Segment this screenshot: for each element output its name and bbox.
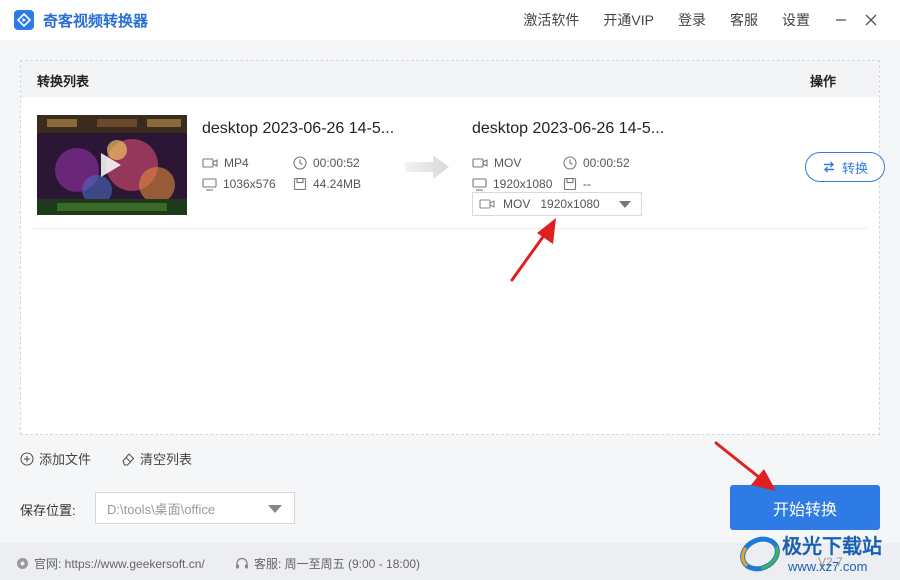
menu-settings[interactable]: 设置 xyxy=(782,10,810,30)
plus-circle-icon xyxy=(20,451,34,466)
list-header: 转换列表 操作 xyxy=(21,61,879,97)
convert-arrow-icon xyxy=(405,155,449,179)
website-link[interactable]: 官网: https://www.geekersoft.cn/ xyxy=(16,555,205,572)
output-resolution-value: 1920x1080 xyxy=(540,197,600,211)
close-icon xyxy=(865,14,877,26)
source-format: MP4 xyxy=(202,156,249,170)
source-resolution-text: 1036x576 xyxy=(223,177,276,191)
swap-icon xyxy=(823,161,834,173)
source-resolution: 1036x576 xyxy=(202,177,276,191)
headset-icon xyxy=(236,557,248,569)
target-duration-text: 00:00:52 xyxy=(583,156,630,170)
disk-icon xyxy=(563,177,577,191)
annotation-arrow-start xyxy=(714,441,776,491)
target-size: -- xyxy=(563,177,591,191)
menu-activate[interactable]: 激活软件 xyxy=(523,10,579,30)
clear-list-label: 清空列表 xyxy=(140,452,193,467)
source-duration: 00:00:52 xyxy=(293,156,360,170)
operations-header: 操作 xyxy=(810,74,837,89)
location-icon xyxy=(17,558,28,569)
clock-icon xyxy=(293,156,307,170)
menu-login[interactable]: 登录 xyxy=(678,10,706,30)
eraser-icon xyxy=(122,452,135,466)
monitor-icon xyxy=(472,177,487,191)
add-file-button[interactable]: 添加文件 xyxy=(20,449,91,468)
target-resolution: 1920x1080 xyxy=(472,177,552,191)
app-title: 奇客视频转换器 xyxy=(43,12,149,30)
video-thumbnail[interactable] xyxy=(37,115,187,215)
disk-icon xyxy=(293,177,307,191)
minimize-icon xyxy=(836,19,846,21)
save-location-select[interactable]: D:\tools\桌面\office xyxy=(95,492,295,524)
close-button[interactable] xyxy=(860,9,882,31)
watermark-logo-icon xyxy=(740,536,780,572)
target-format: MOV xyxy=(472,156,521,170)
convert-button-label: 转换 xyxy=(841,160,868,176)
top-menu: 激活软件 开通VIP 登录 客服 设置 xyxy=(523,0,810,40)
title-bar: 奇客视频转换器 激活软件 开通VIP 登录 客服 设置 xyxy=(0,0,900,40)
source-file-name: desktop 2023-06-26 14-5... xyxy=(202,120,395,137)
app-logo-icon xyxy=(14,10,34,30)
file-row: desktop 2023-06-26 14-5... MP4 00:00:52 … xyxy=(33,115,885,229)
website-text: 官网: https://www.geekersoft.cn/ xyxy=(34,557,205,571)
output-format-select[interactable]: MOV 1920x1080 xyxy=(472,192,642,216)
clock-icon xyxy=(563,156,577,170)
video-camera-icon xyxy=(479,199,495,209)
convert-button[interactable]: 转换 xyxy=(805,152,885,182)
watermark-text: 极光下载站 xyxy=(782,536,882,558)
start-convert-button[interactable]: 开始转换 xyxy=(730,485,880,530)
target-resolution-text: 1920x1080 xyxy=(493,177,553,191)
chevron-down-icon xyxy=(619,201,631,208)
target-format-text: MOV xyxy=(494,156,522,170)
output-format-value: MOV xyxy=(503,197,531,211)
menu-vip[interactable]: 开通VIP xyxy=(603,10,654,30)
target-size-text: -- xyxy=(583,177,591,191)
minimize-button[interactable] xyxy=(830,9,852,31)
video-camera-icon xyxy=(472,158,488,168)
clear-list-button[interactable]: 清空列表 xyxy=(121,449,192,468)
source-format-text: MP4 xyxy=(224,156,249,170)
video-camera-icon xyxy=(202,158,218,168)
list-title: 转换列表 xyxy=(37,74,90,89)
menu-service[interactable]: 客服 xyxy=(730,10,758,30)
monitor-icon xyxy=(202,177,217,191)
chevron-down-icon xyxy=(268,505,282,513)
target-file-name: desktop 2023-06-26 14-5... xyxy=(472,120,665,137)
add-file-label: 添加文件 xyxy=(39,452,92,467)
conversion-list-panel: 转换列表 操作 desktop 2023-06-26 14-5... MP4 0… xyxy=(20,60,885,435)
source-size-text: 44.24MB xyxy=(313,177,362,191)
save-location-path: D:\tools\桌面\office xyxy=(107,501,216,517)
save-location-label: 保存位置: xyxy=(20,503,76,518)
service-hours: 客服: 周一至周五 (9:00 - 18:00) xyxy=(235,555,420,572)
service-text: 客服: 周一至周五 (9:00 - 18:00) xyxy=(254,557,421,571)
source-size: 44.24MB xyxy=(293,177,361,191)
source-duration-text: 00:00:52 xyxy=(313,156,360,170)
target-duration: 00:00:52 xyxy=(563,156,630,170)
watermark: 极光下载站 www.xz7.com xyxy=(738,528,898,580)
play-icon xyxy=(101,153,121,177)
watermark-url: www.xz7.com xyxy=(788,559,868,574)
